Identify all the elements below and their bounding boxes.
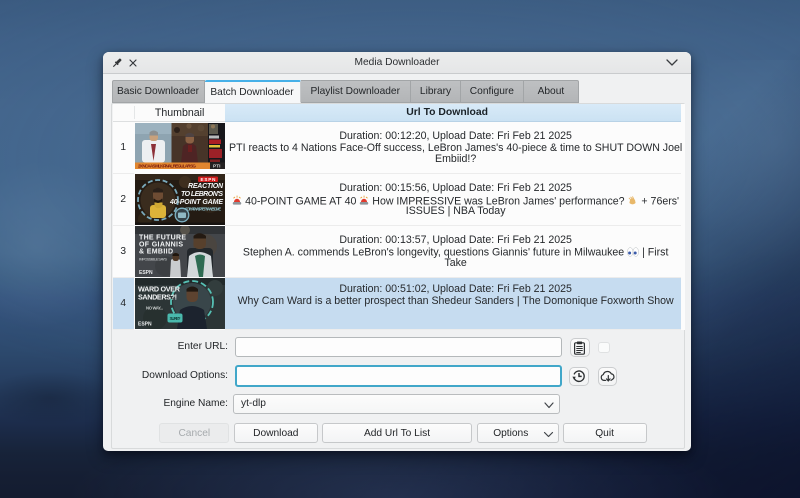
svg-text:NO WAY...: NO WAY...: [146, 306, 163, 311]
svg-text:IMPOSSIBLE SAYS: IMPOSSIBLE SAYS: [139, 257, 167, 262]
svg-text:SANDERS?!: SANDERS?!: [138, 293, 177, 302]
svg-text:ESPN: ESPN: [139, 270, 153, 276]
svg-text:SURE?: SURE?: [170, 316, 181, 321]
svg-text:40-POINT GAME: 40-POINT GAME: [169, 199, 223, 206]
svg-text:2X NCAAS MLK FINAL REGULAR SG: 2X NCAAS MLK FINAL REGULAR SG: [138, 163, 196, 168]
svg-text:TO LEBRON'S: TO LEBRON'S: [181, 191, 223, 198]
svg-text:OF GIANNIS: OF GIANNIS: [139, 242, 183, 249]
svg-text:REACTION: REACTION: [188, 183, 224, 190]
svg-text:& EMBIID: & EMBIID: [139, 249, 173, 256]
svg-text:ESPN: ESPN: [138, 322, 152, 328]
svg-text:ESPN: ESPN: [201, 177, 217, 182]
svg-text:PTI: PTI: [213, 163, 221, 168]
svg-text:SO THAT WAS PRETTY AWESOME: SO THAT WAS PRETTY AWESOME: [185, 207, 221, 212]
svg-text:THE FUTURE: THE FUTURE: [139, 235, 186, 242]
